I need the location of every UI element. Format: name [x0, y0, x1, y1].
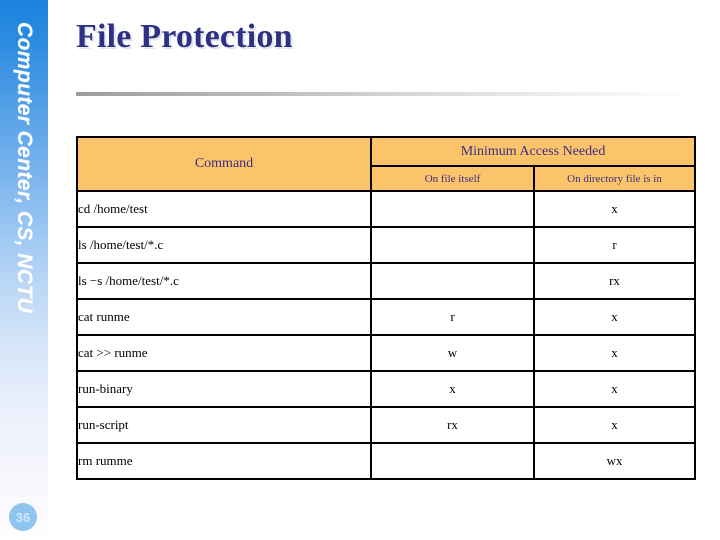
cell-command: ls /home/test/*.c — [76, 226, 372, 264]
table-row: ls −s /home/test/*.c rx — [76, 262, 697, 300]
cell-on-file: r — [370, 298, 535, 336]
cell-command: ls −s /home/test/*.c — [76, 262, 372, 300]
cell-command: cat runme — [76, 298, 372, 336]
cell-on-file: rx — [370, 406, 535, 444]
sidebar-organization-label: Computer Center, CS, NCTU — [13, 22, 36, 314]
table-row: run-binary x x — [76, 370, 697, 408]
cell-command: run-binary — [76, 370, 372, 408]
sidebar-band: Computer Center, CS, NCTU 36 — [0, 0, 48, 540]
cell-on-file: x — [370, 370, 535, 408]
cell-on-directory: x — [532, 370, 697, 408]
cell-on-directory: x — [532, 406, 697, 444]
table-row: rm rumme wx — [76, 442, 697, 480]
cell-on-directory: x — [532, 190, 697, 228]
column-header-on-directory: On directory file is in — [532, 165, 697, 192]
cell-on-directory: x — [532, 298, 697, 336]
cell-on-directory: r — [532, 226, 697, 264]
cell-on-directory: wx — [532, 442, 697, 480]
cell-on-file: w — [370, 334, 535, 372]
cell-on-file — [370, 190, 535, 228]
column-header-command: Command — [76, 136, 372, 192]
column-header-on-file-itself: On file itself — [370, 165, 535, 192]
table-row: cd /home/test x — [76, 190, 697, 228]
cell-command: rm rumme — [76, 442, 372, 480]
table-header: Command Minimum Access Needed On file it… — [76, 136, 697, 192]
table-header-row-top: Command Minimum Access Needed — [76, 136, 697, 192]
cell-on-directory: x — [532, 334, 697, 372]
page-title: File Protection — [76, 18, 293, 55]
table-body: cd /home/test x ls /home/test/*.c r ls −… — [76, 190, 697, 480]
cell-on-directory: rx — [532, 262, 697, 300]
cell-on-file — [370, 442, 535, 480]
cell-command: run-script — [76, 406, 372, 444]
column-group-header-minimum-access: Minimum Access Needed — [369, 136, 697, 167]
table-row: run-script rx x — [76, 406, 697, 444]
page-number-badge: 36 — [9, 503, 37, 531]
cell-on-file — [370, 226, 535, 264]
title-divider-rule — [76, 92, 698, 96]
table-row: ls /home/test/*.c r — [76, 226, 697, 264]
table-row: cat runme r x — [76, 298, 697, 336]
minimum-access-table: Command Minimum Access Needed On file it… — [76, 136, 697, 480]
table-row: cat >> runme w x — [76, 334, 697, 372]
cell-command: cd /home/test — [76, 190, 372, 228]
cell-command: cat >> runme — [76, 334, 372, 372]
cell-on-file — [370, 262, 535, 300]
